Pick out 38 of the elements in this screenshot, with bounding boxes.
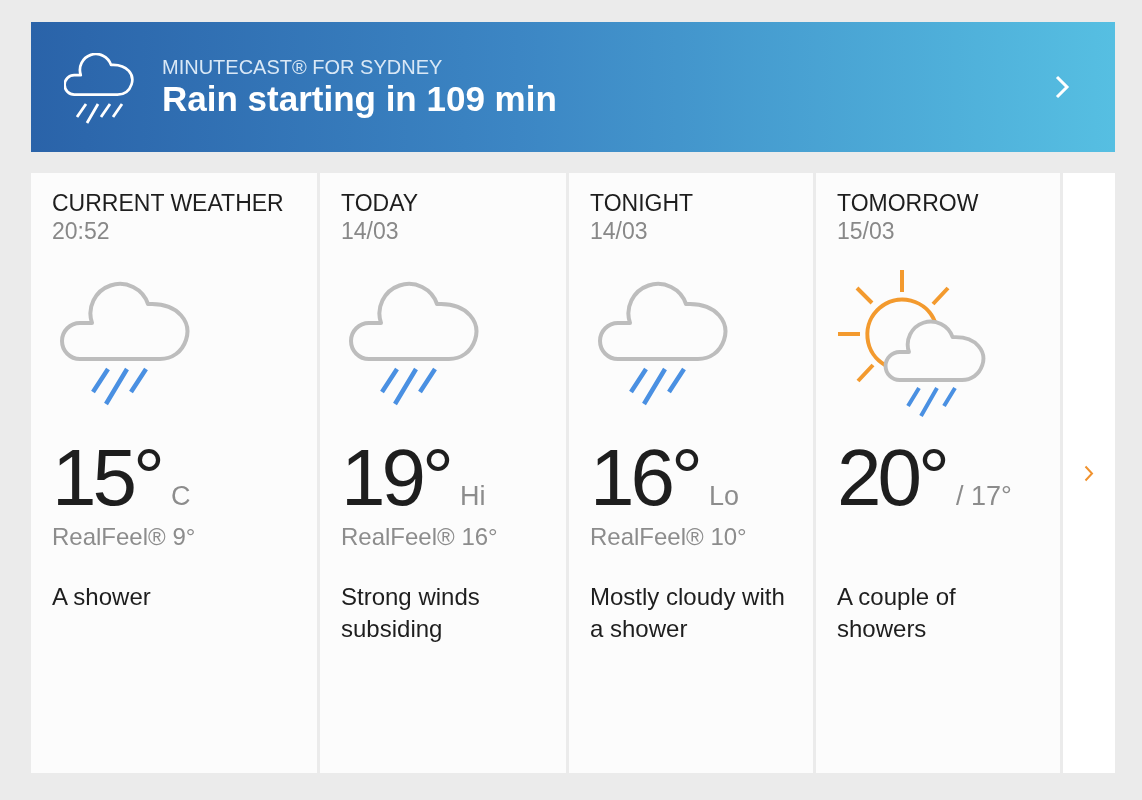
banner-subtitle: MINUTECAST® FOR SYDNEY — [162, 55, 443, 79]
temperature-qualifier: Hi — [460, 481, 486, 511]
minutecast-banner[interactable]: MINUTECAST® FOR SYDNEY Rain starting in 109 min — [31, 22, 1115, 152]
weather-description: Mostly cloudy with a shower — [590, 582, 786, 644]
temperature-qualifier: / 17° — [956, 481, 1012, 511]
temperature-qualifier: C — [171, 481, 191, 511]
forecast-card[interactable]: TODAY 14/03 19°Hi RealFeel® 16° Strong winds subsiding — [320, 173, 566, 773]
forecast-card[interactable]: TOMORROW 15/03 20°/ 17° A couple of showers — [816, 173, 1060, 773]
forecast-card[interactable]: CURRENT WEATHER 20:52 15°C RealFeel® 9° A shower — [31, 173, 317, 773]
weather-description: Strong winds subsiding — [341, 582, 481, 644]
temperature: 15° — [52, 438, 161, 518]
chevron-right-icon — [1084, 464, 1094, 482]
realfeel-text: RealFeel® 16° — [341, 523, 498, 551]
rain-cloud-icon — [64, 53, 134, 125]
temperature: 16° — [590, 438, 699, 518]
card-title: TODAY — [341, 189, 419, 217]
banner-headline: Rain starting in 109 min — [162, 79, 557, 119]
card-subtitle: 20:52 — [52, 217, 110, 245]
weather-description: A couple of showers — [837, 582, 957, 644]
temperature: 19° — [341, 438, 450, 518]
rain-cloud-icon — [598, 280, 728, 406]
realfeel-text: RealFeel® 10° — [590, 523, 747, 551]
forecast-card[interactable]: TONIGHT 14/03 16°Lo RealFeel® 10° Mostly cloudy with a shower — [569, 173, 813, 773]
rain-cloud-icon — [349, 280, 479, 406]
card-subtitle: 14/03 — [590, 217, 648, 245]
chevron-right-icon — [1054, 75, 1070, 99]
rain-cloud-icon — [60, 280, 190, 406]
temperature-qualifier: Lo — [709, 481, 740, 511]
card-title: CURRENT WEATHER — [52, 189, 284, 217]
weather-description: A shower — [52, 582, 151, 612]
card-subtitle: 14/03 — [341, 217, 399, 245]
realfeel-text: RealFeel® 9° — [52, 523, 196, 551]
card-title: TONIGHT — [590, 189, 694, 217]
next-button[interactable] — [1063, 173, 1115, 773]
card-subtitle: 15/03 — [837, 217, 895, 245]
temperature: 20° — [837, 438, 946, 518]
card-title: TOMORROW — [837, 189, 979, 217]
sun-cloud-rain-icon — [836, 268, 986, 418]
